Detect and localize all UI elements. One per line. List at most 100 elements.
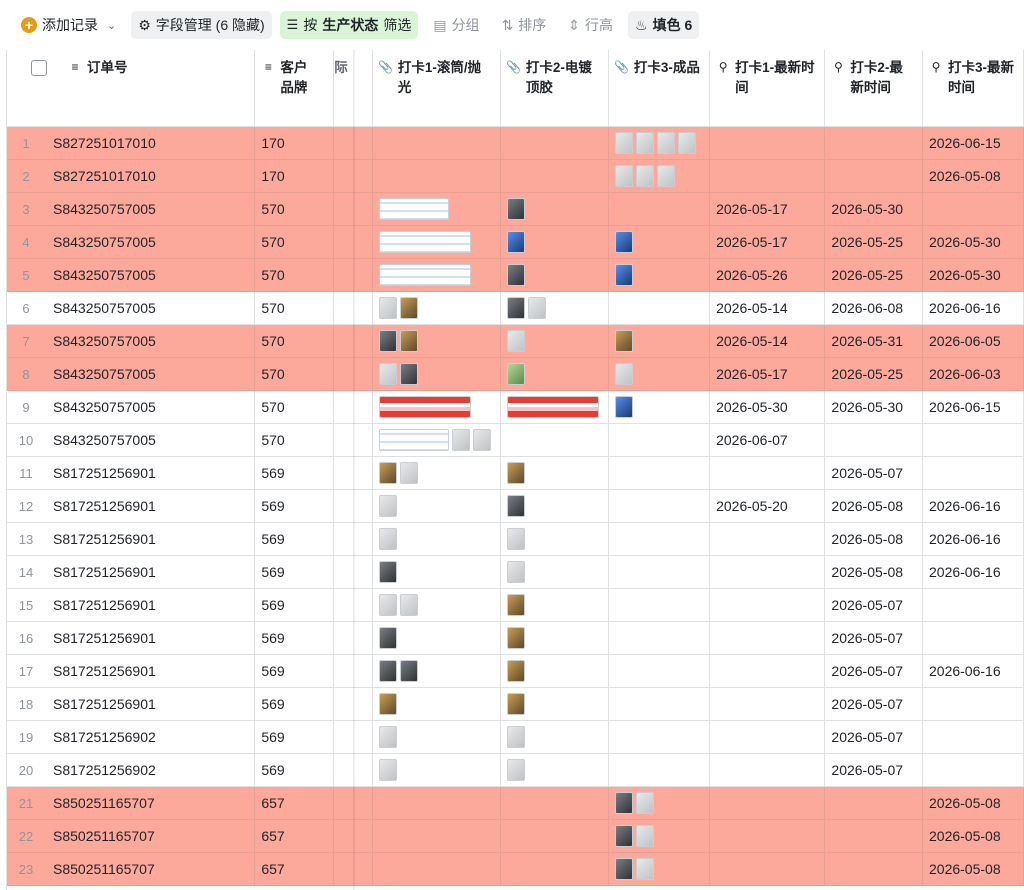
table-row[interactable]: 20 S817251256902 569 2026-05-07: [7, 753, 1024, 787]
time2-cell[interactable]: 2026-05-31: [824, 324, 923, 358]
table-row[interactable]: 16 S817251256901 569 2026-05-07: [7, 621, 1024, 655]
time2-cell[interactable]: 2026-05-08: [824, 489, 923, 523]
order-cell[interactable]: 17 S817251256901: [7, 654, 256, 688]
attachment-thumbnail[interactable]: [378, 758, 397, 781]
brand-cell[interactable]: 570: [254, 258, 335, 292]
column-header-time3[interactable]: ⚲ 打卡3-最新时间: [922, 50, 1024, 127]
attachment-thumbnail[interactable]: [378, 725, 397, 748]
chevron-down-icon[interactable]: ⌄: [107, 19, 116, 32]
add-record-button[interactable]: + 添加记录 ⌄: [14, 11, 123, 39]
check1-cell[interactable]: [372, 687, 501, 721]
order-cell[interactable]: 20 S817251256902: [7, 753, 256, 787]
table-row[interactable]: 15 S817251256901 569 2026-05-07: [7, 588, 1024, 622]
attachment-thumbnail[interactable]: [378, 626, 397, 649]
order-cell[interactable]: 12 S817251256901: [7, 489, 256, 523]
column-header-check3[interactable]: 📎 打卡3-成品: [608, 50, 711, 127]
check3-cell[interactable]: [608, 687, 711, 721]
brand-cell[interactable]: 569: [254, 720, 335, 754]
brand-cell[interactable]: 570: [254, 423, 335, 457]
attachment-thumbnail[interactable]: [451, 428, 470, 451]
attachment-thumbnail[interactable]: [506, 362, 525, 385]
time1-cell[interactable]: 2026-05-30: [709, 390, 826, 424]
brand-cell[interactable]: 170: [254, 159, 335, 193]
time2-cell[interactable]: 2026-06-08: [824, 291, 923, 325]
time3-cell[interactable]: [922, 621, 1024, 655]
attachment-thumbnail[interactable]: [472, 428, 491, 451]
check2-cell[interactable]: [500, 819, 609, 853]
attachment-thumbnail[interactable]: [399, 593, 418, 616]
check2-cell[interactable]: [500, 654, 609, 688]
brand-cell[interactable]: 570: [254, 192, 335, 226]
check1-cell[interactable]: [372, 324, 501, 358]
time3-cell[interactable]: 2026-05-08: [922, 786, 1024, 820]
attachment-thumbnail[interactable]: [635, 791, 654, 814]
table-row[interactable]: 6 S843250757005 570 2026-05-14 2026-06-08…: [7, 291, 1024, 325]
check1-cell[interactable]: [372, 786, 501, 820]
table-row[interactable]: 11 S817251256901 569 2026-05-07: [7, 456, 1024, 490]
time3-cell[interactable]: [922, 753, 1024, 787]
attachment-thumbnail[interactable]: [378, 692, 397, 715]
order-cell[interactable]: 6 S843250757005: [7, 291, 256, 325]
check1-cell[interactable]: [372, 819, 501, 853]
check3-cell[interactable]: [608, 225, 711, 259]
check3-cell[interactable]: [608, 489, 711, 523]
time1-cell[interactable]: [709, 522, 826, 556]
attachment-thumbnail[interactable]: [506, 197, 525, 220]
brand-cell[interactable]: 569: [254, 753, 335, 787]
time3-cell[interactable]: [922, 423, 1024, 457]
time1-cell[interactable]: [709, 588, 826, 622]
check1-cell[interactable]: [372, 258, 501, 292]
attachment-thumbnail[interactable]: [527, 296, 546, 319]
check3-cell[interactable]: [608, 456, 711, 490]
attachment-thumbnail[interactable]: [614, 131, 633, 154]
attachment-thumbnail[interactable]: [378, 296, 397, 319]
time3-cell[interactable]: 2026-06-05: [922, 324, 1024, 358]
field-manage-button[interactable]: ⚙ 字段管理 (6 隐藏): [131, 11, 272, 39]
check1-cell[interactable]: [372, 555, 501, 589]
attachment-thumbnail[interactable]: [614, 329, 633, 352]
attachment-thumbnail[interactable]: [506, 329, 525, 352]
check3-cell[interactable]: [608, 324, 711, 358]
time2-cell[interactable]: 2026-05-07: [824, 687, 923, 721]
brand-cell[interactable]: 570: [254, 357, 335, 391]
attachment-thumbnail[interactable]: [614, 395, 633, 418]
attachment-thumbnail[interactable]: [378, 329, 397, 352]
attachment-thumbnail[interactable]: [614, 791, 633, 814]
attachment-thumbnail[interactable]: [614, 230, 633, 253]
check3-cell[interactable]: [608, 621, 711, 655]
order-cell[interactable]: 5 S843250757005: [7, 258, 256, 292]
time1-cell[interactable]: 2026-05-17: [709, 225, 826, 259]
time1-cell[interactable]: 2026-06-07: [709, 423, 826, 457]
table-row[interactable]: 2 S827251017010 170 2026-05-08: [7, 159, 1024, 193]
sort-button[interactable]: ⇅ 排序: [495, 11, 554, 39]
check2-cell[interactable]: [500, 390, 609, 424]
time2-cell[interactable]: 2026-05-25: [824, 258, 923, 292]
table-row[interactable]: 12 S817251256901 569 2026-05-20 2026-05-0…: [7, 489, 1024, 523]
order-cell[interactable]: 10 S843250757005: [7, 423, 256, 457]
check3-cell[interactable]: [608, 159, 711, 193]
brand-cell[interactable]: 569: [254, 555, 335, 589]
attachment-thumbnail[interactable]: [399, 659, 418, 682]
time2-cell[interactable]: 2026-05-07: [824, 588, 923, 622]
table-row[interactable]: 8 S843250757005 570 2026-05-17 2026-05-25…: [7, 357, 1024, 391]
time2-cell[interactable]: 2026-05-07: [824, 753, 923, 787]
attachment-thumbnail[interactable]: [635, 131, 654, 154]
check1-cell[interactable]: [372, 192, 501, 226]
table-row[interactable]: 9 S843250757005 570 2026-05-30 2026-05-30…: [7, 390, 1024, 424]
time3-cell[interactable]: [922, 192, 1024, 226]
order-cell[interactable]: 11 S817251256901: [7, 456, 256, 490]
time1-cell[interactable]: [709, 159, 826, 193]
attachment-thumbnail[interactable]: [378, 494, 397, 517]
order-cell[interactable]: 4 S843250757005: [7, 225, 256, 259]
check3-cell[interactable]: [608, 588, 711, 622]
table-row[interactable]: 17 S817251256901 569 2026-05-07 2026-06-1…: [7, 654, 1024, 688]
check2-cell[interactable]: [500, 786, 609, 820]
brand-cell[interactable]: 569: [254, 654, 335, 688]
time2-cell[interactable]: 2026-05-08: [824, 555, 923, 589]
column-header-order[interactable]: ≡ 订单号: [7, 50, 256, 127]
check2-cell[interactable]: [500, 258, 609, 292]
check2-cell[interactable]: [500, 357, 609, 391]
brand-cell[interactable]: 570: [254, 390, 335, 424]
time3-cell[interactable]: 2026-05-30: [922, 225, 1024, 259]
time1-cell[interactable]: [709, 555, 826, 589]
